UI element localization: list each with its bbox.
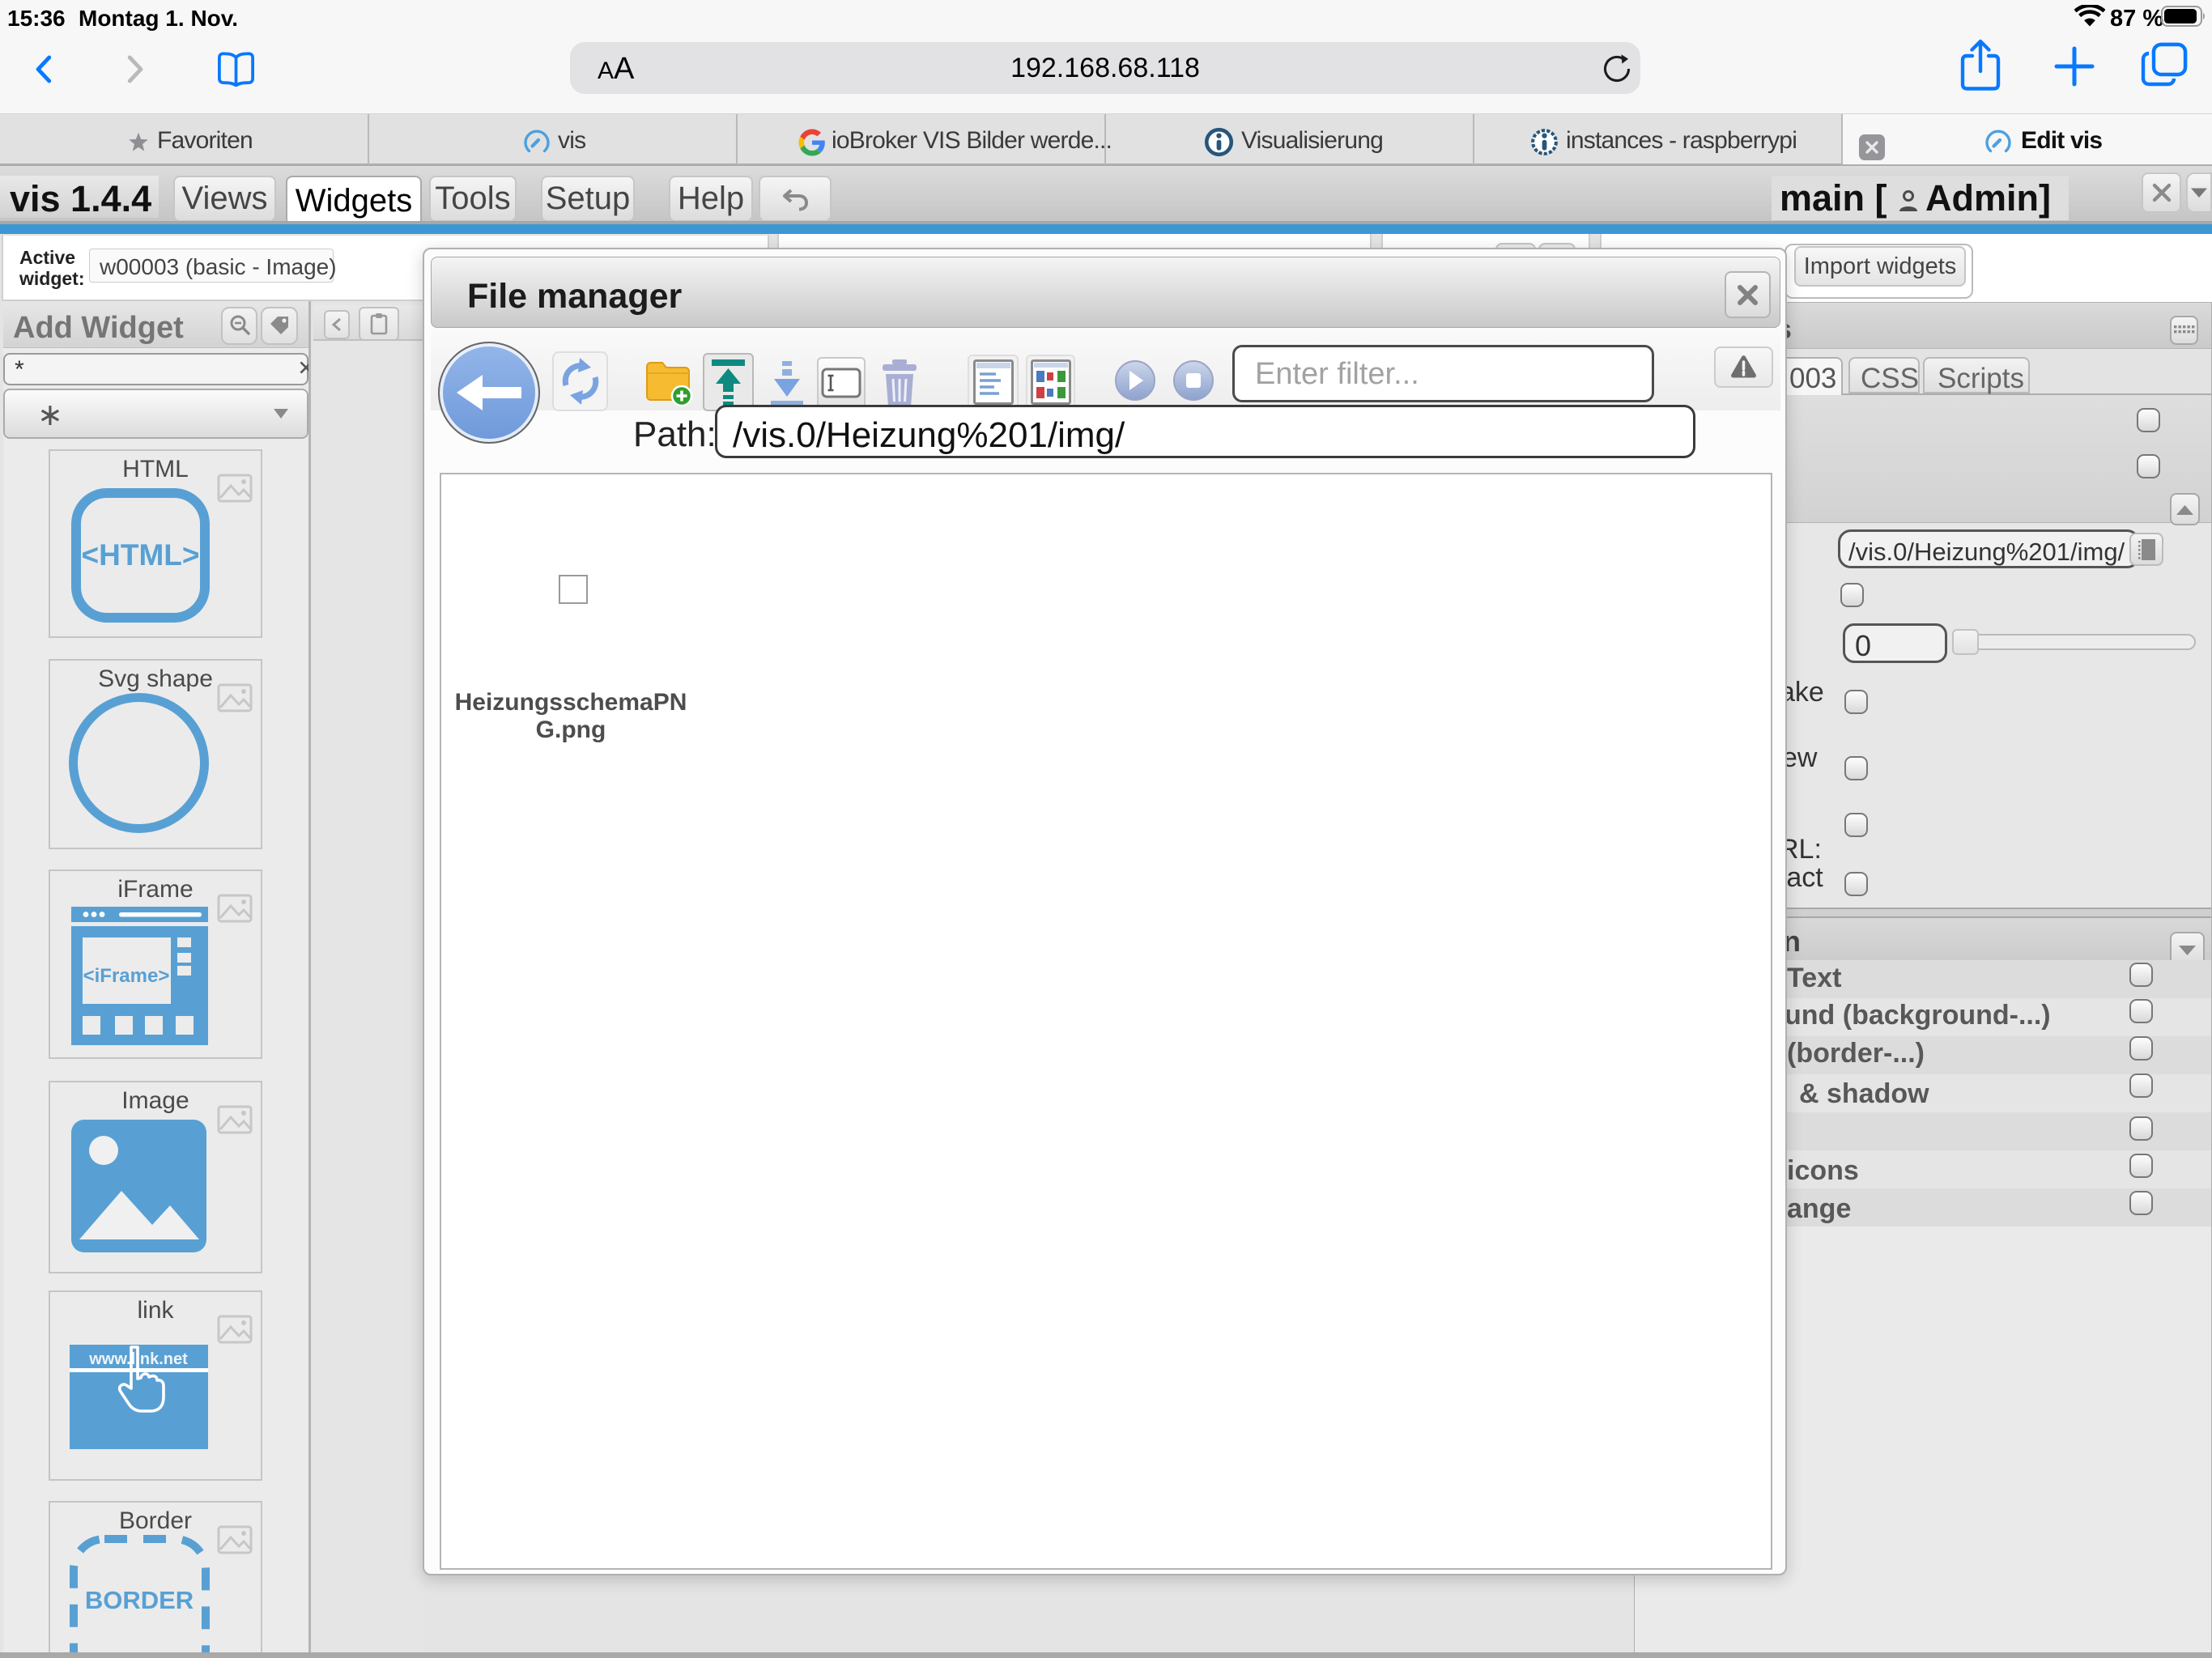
svg-text:<iFrame>: <iFrame>: [83, 965, 170, 987]
svg-text:BORDER: BORDER: [85, 1586, 194, 1614]
